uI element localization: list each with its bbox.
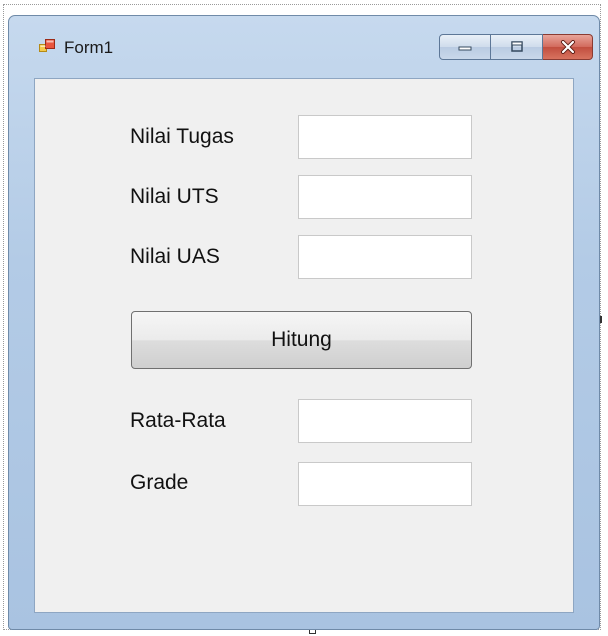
label-rata-rata: Rata-Rata [130,409,226,432]
label-grade: Grade [130,471,189,494]
form-window: Form1 Nilai Tugas Nilai UTS Nilai UAS Hi… [8,15,600,630]
minimize-icon [458,46,472,51]
minimize-button[interactable] [439,34,491,60]
maximize-icon [510,41,523,52]
label-nilai-tugas: Nilai Tugas [130,125,234,148]
hitung-button[interactable]: Hitung [131,311,472,369]
output-rata-rata[interactable] [298,399,472,443]
label-nilai-uts: Nilai UTS [130,185,219,208]
label-nilai-uas: Nilai UAS [130,245,220,268]
resize-handle-right[interactable] [600,316,604,323]
designer-surface: Form1 Nilai Tugas Nilai UTS Nilai UAS Hi… [0,0,608,636]
window-title: Form1 [64,38,114,57]
input-nilai-tugas[interactable] [298,115,472,159]
output-grade[interactable] [298,462,472,506]
caption-buttons [439,34,593,60]
input-nilai-uts[interactable] [298,175,472,219]
maximize-button[interactable] [491,34,543,60]
title-bar[interactable]: Form1 [9,16,599,78]
close-icon [560,40,575,54]
input-nilai-uas[interactable] [298,235,472,279]
close-button[interactable] [543,34,593,60]
winforms-form-icon [39,39,55,52]
form-client-area: Nilai Tugas Nilai UTS Nilai UAS Hitung R… [34,78,574,613]
